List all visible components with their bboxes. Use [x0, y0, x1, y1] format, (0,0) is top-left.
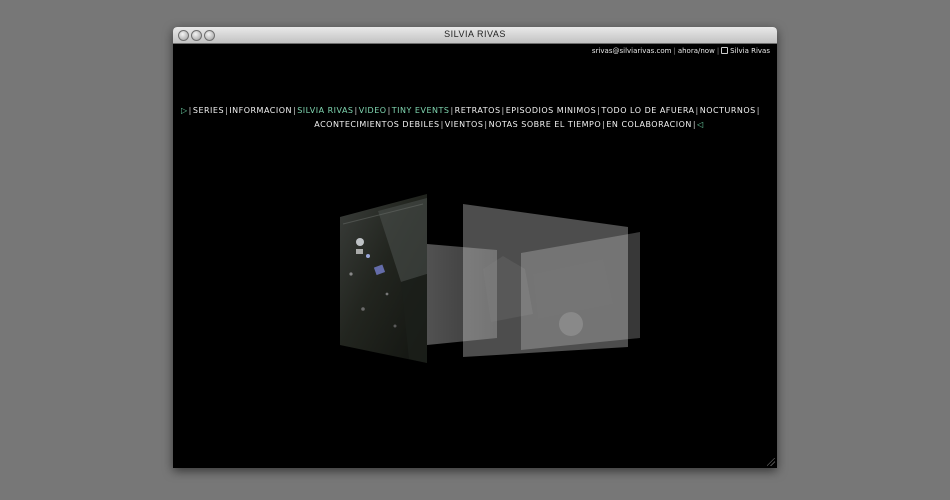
gallery-photo-panel[interactable]: [340, 194, 427, 363]
browser-window: SILVIA RIVAS srivas@silviarivas.com | ahor…: [173, 27, 777, 468]
page-content: srivas@silviarivas.com | ahora/now | Silvia …: [173, 44, 777, 468]
title-bar: SILVIA RIVAS: [173, 27, 777, 44]
3d-gallery-carousel: [340, 194, 640, 363]
resize-grip-icon[interactable]: [767, 458, 775, 466]
window-title: SILVIA RIVAS: [444, 29, 506, 39]
